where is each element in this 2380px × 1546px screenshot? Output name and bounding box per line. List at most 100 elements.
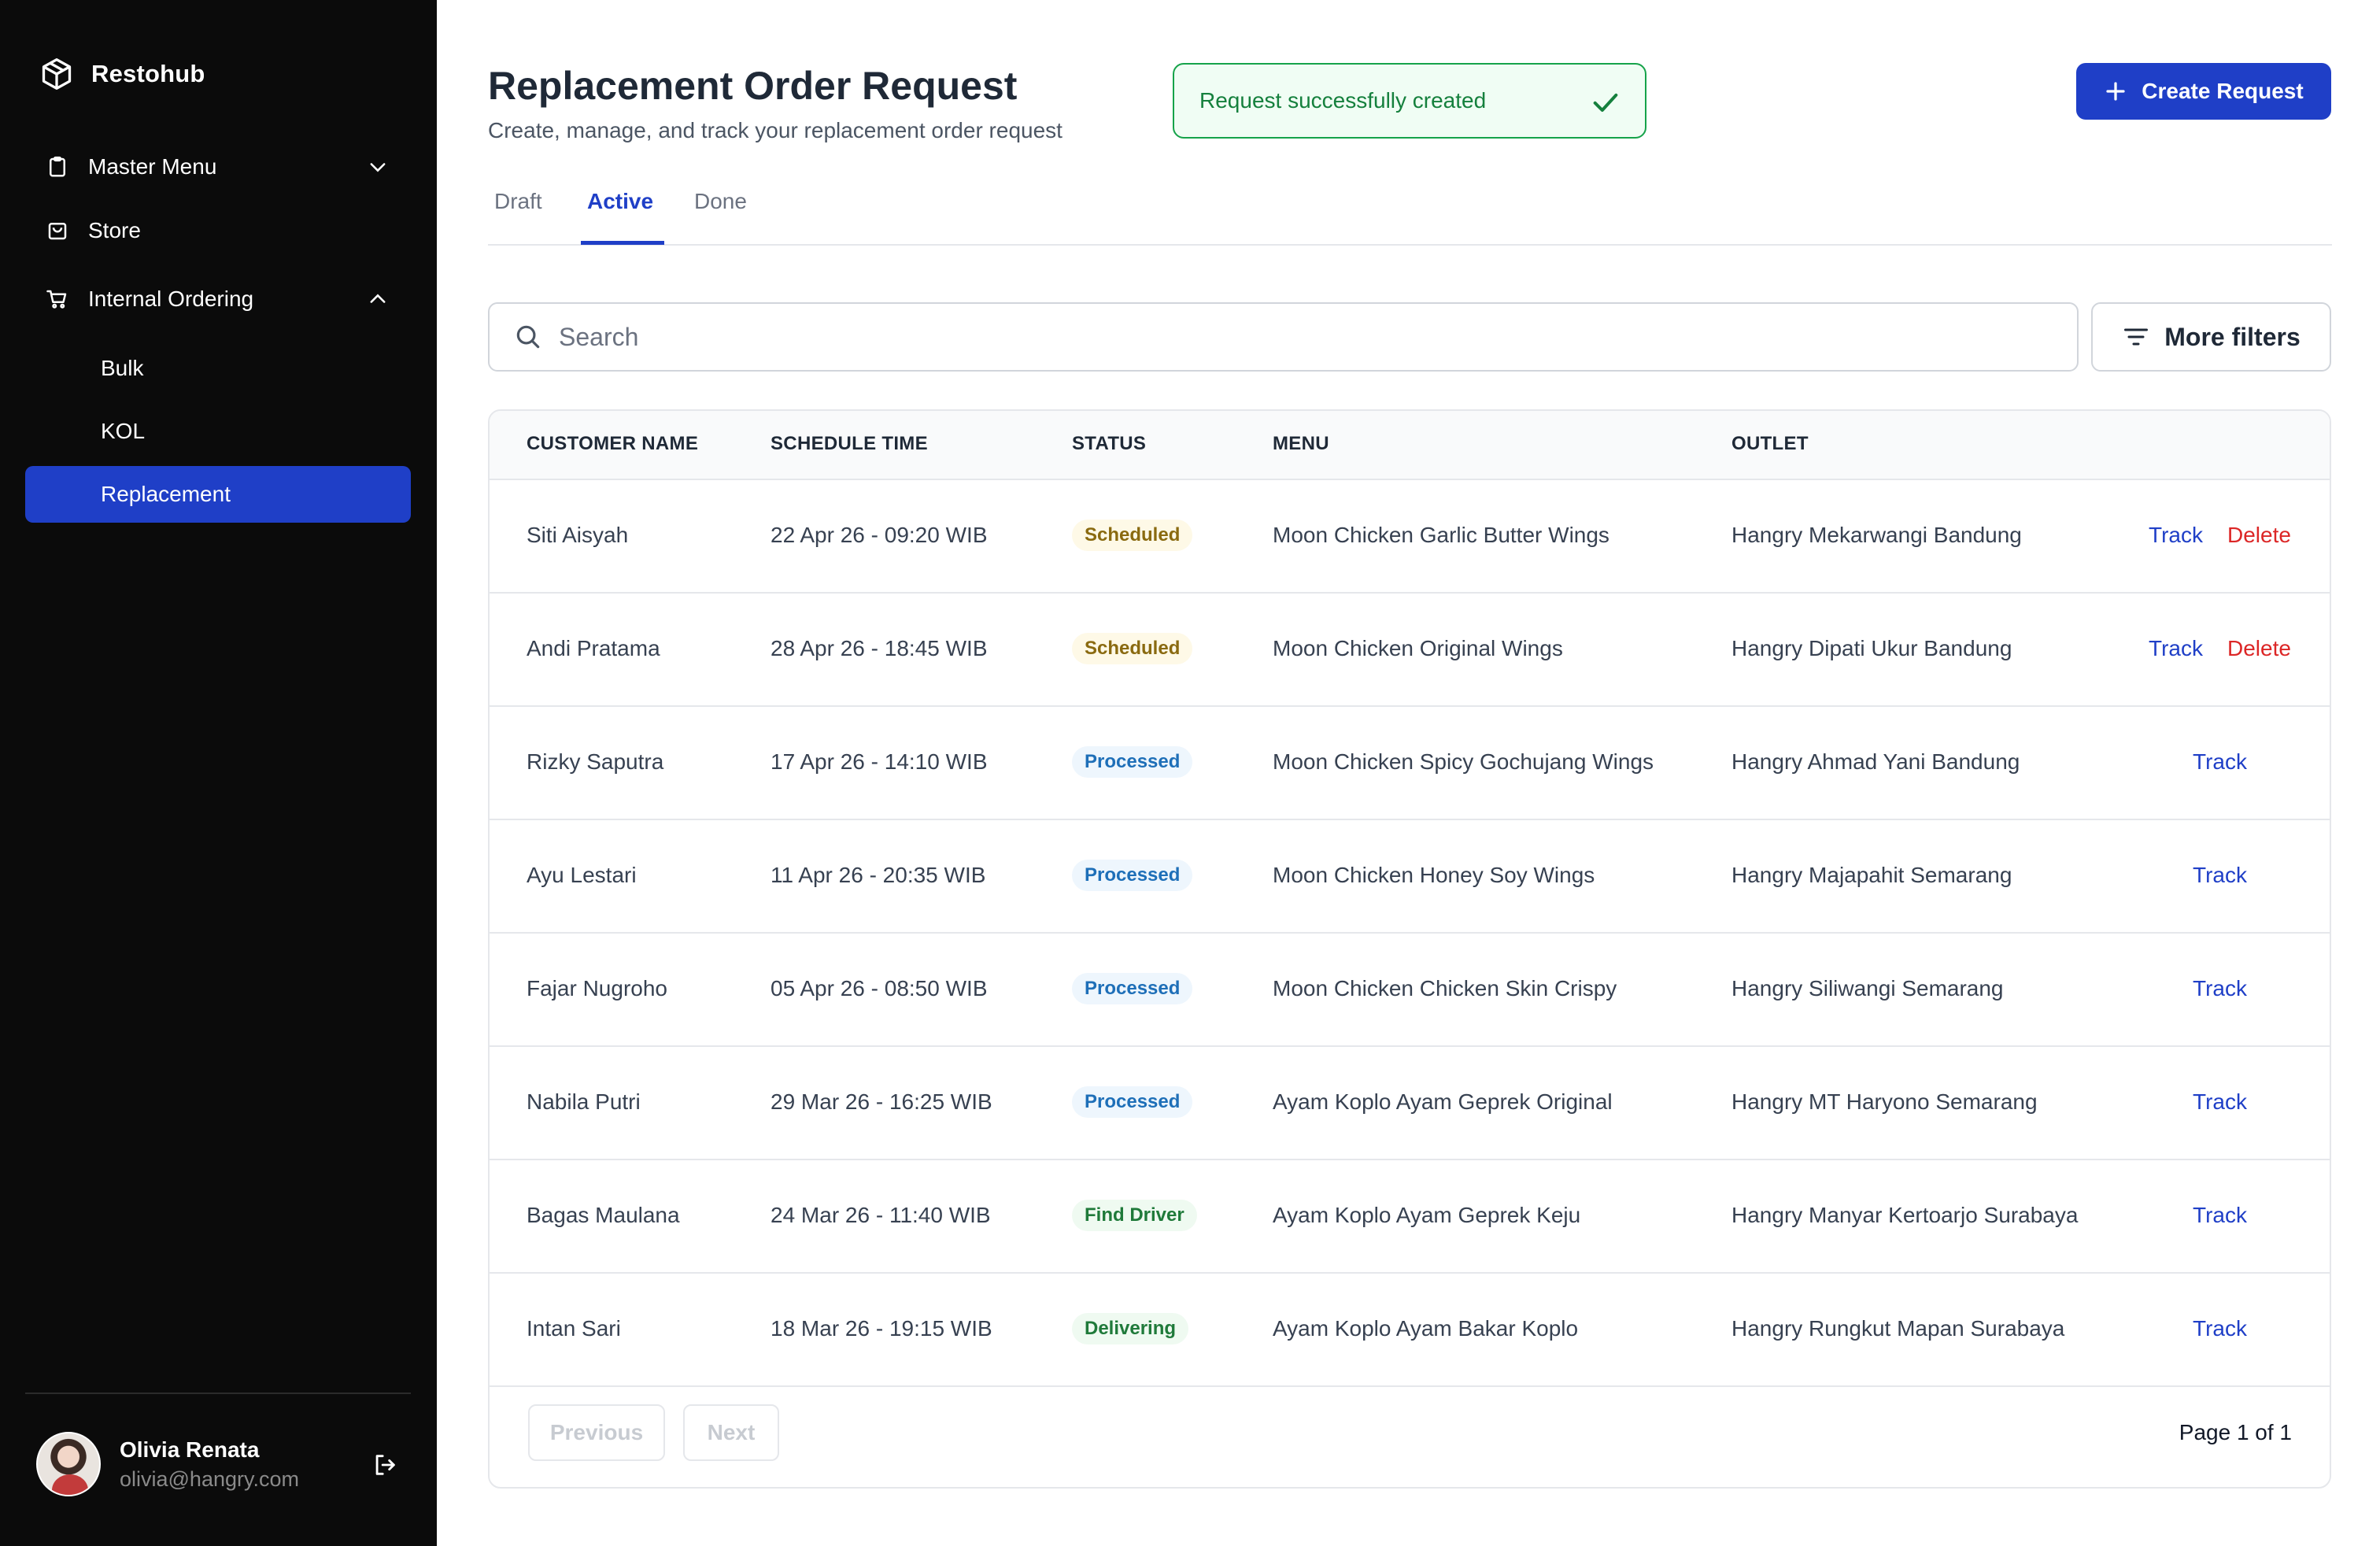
chevron-up-icon[interactable] [367,288,389,310]
user-name: Olivia Renata [120,1437,260,1462]
customer-name: Intan Sari [527,1316,621,1341]
table-row: Siti Aisyah 22 Apr 26 - 09:20 WIB Schedu… [490,480,2330,594]
more-filters-label: More filters [2164,322,2301,351]
table-row: Bagas Maulana 24 Mar 26 - 11:40 WIB Find… [490,1160,2330,1274]
logout-icon[interactable] [371,1452,398,1478]
active-tab-indicator [581,241,664,245]
orders-table: CUSTOMER NAME SCHEDULE TIME STATUS MENU … [488,409,2331,1489]
cart-icon [44,286,71,313]
check-icon [1593,93,1618,112]
status-badge: Processed [1072,746,1193,778]
table-row: Intan Sari 18 Mar 26 - 19:15 WIB Deliver… [490,1274,2330,1387]
menu-name: Ayam Koplo Ayam Geprek Keju [1273,1203,1581,1227]
track-link[interactable]: Track [2193,749,2247,775]
menu-name: Ayam Koplo Ayam Geprek Original [1273,1089,1613,1114]
table-row: Nabila Putri 29 Mar 26 - 16:25 WIB Proce… [490,1047,2330,1160]
sidebar-item-store[interactable]: Store [25,202,411,259]
clipboard-icon [44,153,71,180]
user-profile: Olivia Renata olivia@hangry.com [36,1431,406,1497]
track-link[interactable]: Track [2149,636,2203,661]
schedule-time: 17 Apr 26 - 14:10 WIB [771,749,988,774]
sidebar-item-label: Store [88,218,141,242]
outlet-name: Hangry MT Haryono Semarang [1731,1089,2038,1114]
customer-name: Ayu Lestari [527,863,637,887]
menu-name: Moon Chicken Original Wings [1273,636,1563,660]
avatar[interactable] [36,1432,101,1496]
page-indicator: Page 1 of 1 [2179,1420,2292,1444]
previous-button[interactable]: Previous [528,1404,665,1461]
sidebar-item-replacement[interactable]: Replacement [25,466,411,523]
schedule-time: 05 Apr 26 - 08:50 WIB [771,976,988,1000]
menu-name: Ayam Koplo Ayam Bakar Koplo [1273,1316,1579,1341]
status-badge: Processed [1072,860,1193,891]
track-link[interactable]: Track [2193,1316,2247,1341]
schedule-time: 11 Apr 26 - 20:35 WIB [771,863,986,887]
tab-done[interactable]: Done [694,186,747,246]
customer-name: Bagas Maulana [527,1203,680,1227]
track-link[interactable]: Track [2193,1203,2247,1228]
success-toast: Request successfully created [1173,63,1646,139]
menu-name: Moon Chicken Garlic Butter Wings [1273,523,1609,547]
column-header-schedule: SCHEDULE TIME [771,433,928,454]
track-link[interactable]: Track [2193,976,2247,1001]
sidebar-divider [25,1393,411,1394]
tab-draft[interactable]: Draft [494,186,542,246]
page-subtitle: Create, manage, and track your replaceme… [488,118,1062,142]
sidebar-item-internal-ordering[interactable]: Internal Ordering [25,271,411,327]
sidebar-item-master-menu[interactable]: Master Menu [25,139,411,195]
schedule-time: 28 Apr 26 - 18:45 WIB [771,636,988,660]
schedule-time: 29 Mar 26 - 16:25 WIB [771,1089,992,1114]
create-request-button[interactable]: Create Request [2076,63,2331,120]
sidebar-item-label: KOL [101,419,146,443]
cube-logo-icon [42,58,72,90]
sidebar-item-label: Bulk [101,356,144,380]
table-header: CUSTOMER NAME SCHEDULE TIME STATUS MENU … [490,411,2330,480]
status-badge: Find Driver [1072,1200,1197,1231]
toast-message: Request successfully created [1199,88,1487,113]
page-title: Replacement Order Request [488,64,1018,108]
menu-name: Moon Chicken Honey Soy Wings [1273,863,1595,887]
status-tabs: Draft Active Done [488,186,2332,246]
sidebar-item-kol[interactable]: KOL [25,403,411,460]
column-header-outlet: OUTLET [1731,433,1809,454]
track-link[interactable]: Track [2193,1089,2247,1115]
customer-name: Andi Pratama [527,636,660,660]
customer-name: Fajar Nugroho [527,976,667,1000]
user-info: Olivia Renata olivia@hangry.com [120,1435,299,1493]
delete-link[interactable]: Delete [2227,636,2291,661]
status-badge: Scheduled [1072,633,1193,664]
track-link[interactable]: Track [2193,863,2247,888]
outlet-name: Hangry Dipati Ukur Bandung [1731,636,2012,660]
plus-icon [2106,82,2125,101]
sidebar-item-bulk[interactable]: Bulk [25,340,411,397]
schedule-time: 22 Apr 26 - 09:20 WIB [771,523,988,547]
status-badge: Processed [1072,973,1193,1004]
status-badge: Delivering [1072,1313,1189,1344]
more-filters-button[interactable]: More filters [2091,302,2331,372]
table-row: Rizky Saputra 17 Apr 26 - 14:10 WIB Proc… [490,707,2330,820]
search-input[interactable] [559,322,2038,352]
tab-active[interactable]: Active [587,186,653,246]
customer-name: Rizky Saputra [527,749,664,774]
column-header-status: STATUS [1072,433,1147,454]
next-button[interactable]: Next [683,1404,779,1461]
table-row: Andi Pratama 28 Apr 26 - 18:45 WIB Sched… [490,594,2330,707]
table-row: Fajar Nugroho 05 Apr 26 - 08:50 WIB Proc… [490,934,2330,1047]
outlet-name: Hangry Ahmad Yani Bandung [1731,749,2020,774]
delete-link[interactable]: Delete [2227,523,2291,548]
outlet-name: Hangry Manyar Kertoarjo Surabaya [1731,1203,2079,1227]
track-link[interactable]: Track [2149,523,2203,548]
create-request-label: Create Request [2142,79,2304,103]
chevron-down-icon[interactable] [367,156,389,178]
user-email: olivia@hangry.com [120,1467,299,1491]
search-icon [516,325,540,349]
search-bar [488,302,2079,372]
customer-name: Nabila Putri [527,1089,641,1114]
sidebar-item-label: Replacement [101,482,231,506]
column-header-menu: MENU [1273,433,1329,454]
outlet-name: Hangry Mekarwangi Bandung [1731,523,2022,547]
brand[interactable]: Restohub [39,57,205,91]
menu-name: Moon Chicken Chicken Skin Crispy [1273,976,1617,1000]
customer-name: Siti Aisyah [527,523,629,547]
outlet-name: Hangry Majapahit Semarang [1731,863,2012,887]
